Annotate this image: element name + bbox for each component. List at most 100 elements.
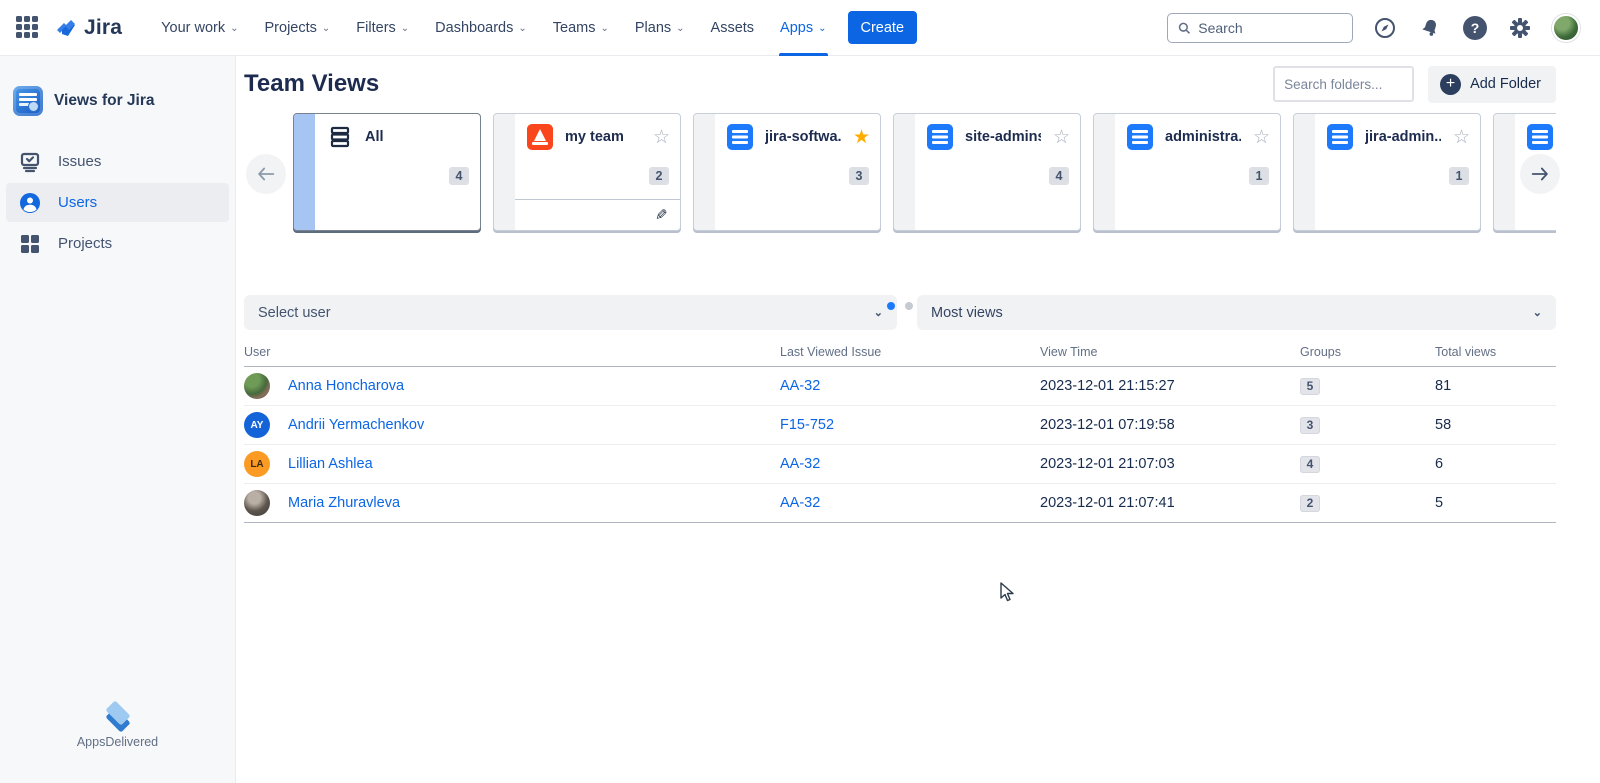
table-row: Anna Honcharova AA-32 2023-12-01 21:15:2… (244, 367, 1556, 406)
list-icon (1527, 124, 1553, 150)
folder-carousel: All ☆ 4 ✎ my team ☆ 2 (244, 112, 1556, 233)
folder-count-badge: 4 (449, 167, 469, 185)
issue-link[interactable]: AA-32 (780, 456, 820, 472)
create-button[interactable]: Create (848, 11, 918, 44)
folder-card-stripe (1294, 114, 1315, 230)
jira-logo[interactable]: Jira (54, 16, 122, 40)
issues-icon (18, 150, 42, 174)
folder-card-all[interactable]: All ☆ 4 ✎ (293, 113, 481, 231)
search-icon (1178, 21, 1190, 35)
main-header: Team Views + Add Folder (244, 66, 1556, 102)
filters-row: Select user ⌄ Most views ⌄ (244, 295, 1556, 330)
folder-count-badge: 2 (649, 167, 669, 185)
select-user-value: Select user (258, 305, 331, 321)
nav-item-projects[interactable]: Projects ⌄ (252, 0, 344, 56)
arrow-right-icon (1529, 163, 1551, 185)
main-content: Team Views + Add Folder (236, 56, 1600, 783)
search-folders-input[interactable] (1273, 66, 1414, 102)
view-time: 2023-12-01 21:07:41 (1040, 495, 1300, 511)
row-avatar (244, 490, 270, 516)
folder-card-administra[interactable]: administra... ☆ 1 ✎ (1093, 113, 1281, 231)
nav-item-filters[interactable]: Filters ⌄ (343, 0, 422, 56)
search-input[interactable] (1198, 20, 1342, 36)
nav-right-group: ? (1167, 13, 1580, 43)
add-folder-label: Add Folder (1470, 76, 1541, 92)
sidebar-item-projects[interactable]: Projects (6, 224, 229, 263)
total-views: 6 (1435, 456, 1556, 472)
folder-card-jira-admin[interactable]: jira-admin... ☆ 1 ✎ (1293, 113, 1481, 231)
folder-count-badge: 4 (1049, 167, 1069, 185)
groups-badge: 4 (1300, 456, 1320, 473)
nav-item-teams[interactable]: Teams ⌄ (540, 0, 622, 56)
nav-item-apps[interactable]: Apps ⌄ (767, 0, 839, 56)
user-link[interactable]: Andrii Yermachenkov (288, 417, 424, 433)
carousel-dot-2[interactable] (905, 302, 913, 310)
column-header-time: View Time (1040, 345, 1300, 359)
chevron-down-icon: ⌄ (230, 23, 238, 34)
sidebar-item-users[interactable]: Users (6, 183, 229, 222)
folder-card-my-team[interactable]: my team ☆ 2 ✎ (493, 113, 681, 231)
nav-item-plans[interactable]: Plans ⌄ (622, 0, 698, 56)
folder-count-badge: 1 (1449, 167, 1469, 185)
folder-card-jira-softwa[interactable]: jira-softwa... ★ 3 ✎ (693, 113, 881, 231)
star-icon[interactable]: ☆ (1253, 128, 1270, 147)
star-icon[interactable]: ☆ (1053, 128, 1070, 147)
select-user-dropdown[interactable]: Select user ⌄ (244, 295, 897, 330)
user-avatar[interactable] (1552, 14, 1580, 42)
column-header-issue: Last Viewed Issue (780, 345, 1040, 359)
carousel-next-button[interactable] (1520, 154, 1560, 194)
nav-item-dashboards[interactable]: Dashboards ⌄ (422, 0, 540, 56)
page-title: Team Views (244, 70, 379, 98)
discover-icon[interactable] (1372, 15, 1398, 41)
chevron-down-icon: ⌄ (676, 23, 684, 34)
row-avatar: LA (244, 451, 270, 477)
user-link[interactable]: Maria Zhuravleva (288, 495, 400, 511)
folder-card-viewport: All ☆ 4 ✎ my team ☆ 2 (244, 112, 1556, 233)
table-body: Anna Honcharova AA-32 2023-12-01 21:15:2… (244, 367, 1556, 523)
chevron-down-icon: ⌄ (518, 23, 526, 34)
settings-icon[interactable] (1507, 15, 1533, 41)
issue-link[interactable]: F15-752 (780, 417, 834, 433)
users-icon (18, 191, 42, 215)
star-icon[interactable]: ☆ (653, 128, 670, 147)
folder-name: jira-softwa... (765, 129, 841, 145)
carousel-dot-1[interactable] (887, 302, 895, 310)
nav-item-assets[interactable]: Assets ⌄ (698, 0, 768, 56)
help-icon[interactable]: ? (1462, 15, 1488, 41)
sidebar-app-title: Views for Jira (54, 92, 155, 110)
star-icon[interactable]: ☆ (1453, 128, 1470, 147)
sort-value: Most views (931, 305, 1003, 321)
sidebar-item-issues[interactable]: Issues (6, 142, 229, 181)
views-for-jira-app-icon (13, 86, 43, 116)
list-icon (927, 124, 953, 150)
chevron-down-icon: ⌄ (818, 23, 826, 34)
star-icon[interactable]: ★ (853, 128, 870, 147)
folder-card-stripe (894, 114, 915, 230)
global-search[interactable] (1167, 13, 1353, 43)
jira-logo-icon (54, 16, 78, 40)
projects-icon (18, 232, 42, 256)
column-header-views: Total views (1435, 345, 1556, 359)
list-icon (1327, 124, 1353, 150)
carousel-prev-button[interactable] (246, 154, 286, 194)
header-actions: + Add Folder (1273, 66, 1556, 103)
sort-dropdown[interactable]: Most views ⌄ (917, 295, 1556, 330)
sidebar-footer: AppsDelivered (0, 706, 235, 783)
folder-name: my team (565, 129, 641, 145)
row-avatar: AY (244, 412, 270, 438)
edit-pencil-icon[interactable]: ✎ (655, 206, 668, 224)
table-row: LA Lillian Ashlea AA-32 2023-12-01 21:07… (244, 445, 1556, 484)
app-switcher-icon[interactable] (16, 16, 40, 40)
user-link[interactable]: Anna Honcharova (288, 378, 404, 394)
folder-card-site-admins[interactable]: site-admins ☆ 4 ✎ (893, 113, 1081, 231)
users-table: User Last Viewed Issue View Time Groups … (244, 346, 1556, 523)
issue-link[interactable]: AA-32 (780, 495, 820, 511)
issue-link[interactable]: AA-32 (780, 378, 820, 394)
folder-name: All (365, 129, 470, 145)
notifications-icon[interactable] (1417, 15, 1443, 41)
total-views: 5 (1435, 495, 1556, 511)
add-folder-button[interactable]: + Add Folder (1428, 66, 1556, 103)
chevron-down-icon: ⌄ (322, 23, 330, 34)
nav-item-your-work[interactable]: Your work ⌄ (148, 0, 251, 56)
user-link[interactable]: Lillian Ashlea (288, 456, 373, 472)
